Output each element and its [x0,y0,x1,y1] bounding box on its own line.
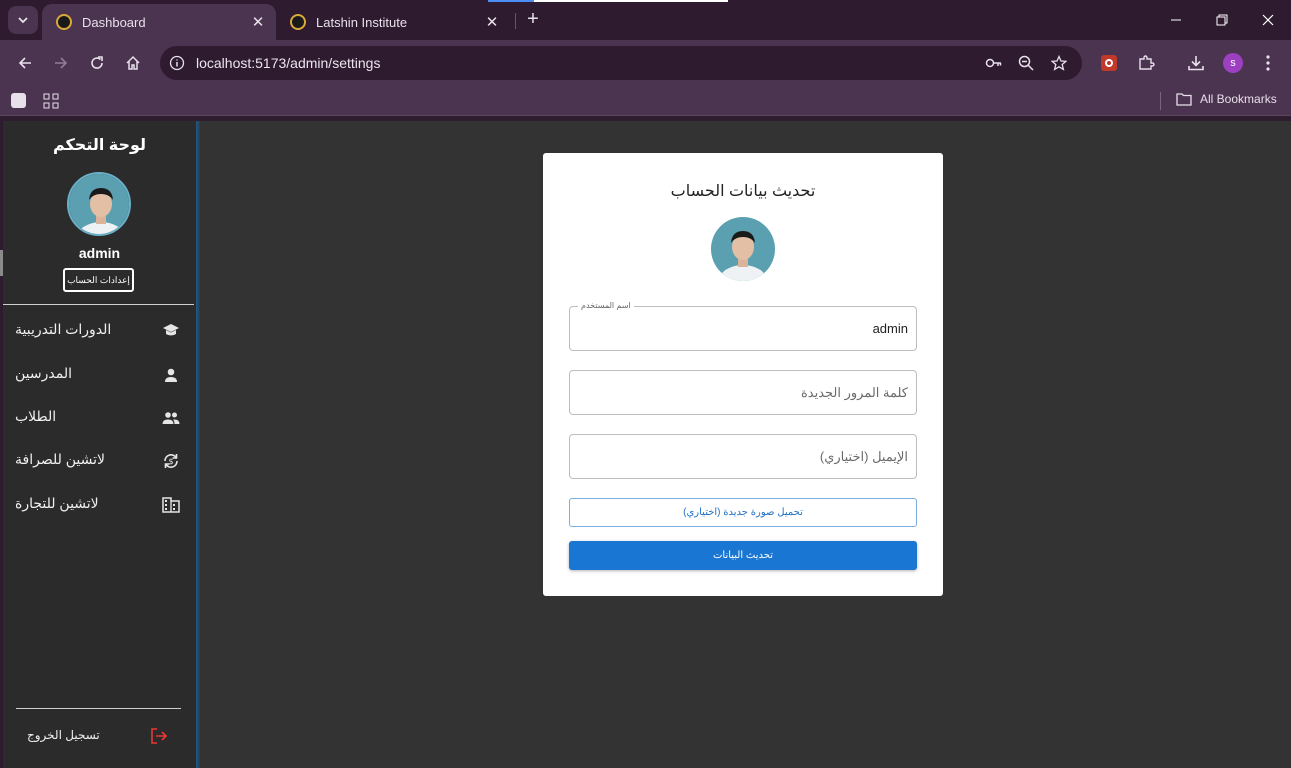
sidebar-username: admin [78,245,121,261]
new-password-input[interactable] [580,371,908,414]
sidebar-edge-shadow [196,121,200,768]
school-icon [161,321,181,341]
avatar [67,172,131,236]
site-info-icon[interactable] [165,51,189,75]
username-input[interactable] [580,307,908,350]
tab-search-button[interactable] [8,6,38,34]
password-field [569,370,917,415]
logout-button[interactable]: تسجيل الخروج [3,722,196,750]
business-icon [161,495,181,515]
reload-icon[interactable] [85,51,109,75]
people-icon [161,408,181,428]
browser-tab-bar: Dashboard ✕ Latshin Institute ✕ + [0,0,1291,40]
bookmarks-bar: All Bookmarks [0,86,1291,116]
profile-avatar-image [711,217,775,281]
forward-arrow-icon[interactable] [49,51,73,75]
sidebar-item-label: الطلاب [15,408,57,424]
close-window-icon[interactable] [1245,0,1291,40]
password-key-icon[interactable] [982,51,1006,75]
address-bar[interactable]: localhost:5173/admin/settings [160,46,1082,80]
sidebar-item-label: المدرسين [15,365,72,381]
sidebar-item-exchange[interactable]: لاتشين للصرافة $ [3,441,196,481]
download-icon[interactable] [1184,51,1208,75]
tab-separator [515,13,516,29]
extensions-icon[interactable] [1134,51,1158,75]
all-bookmarks-button[interactable]: All Bookmarks [1176,92,1277,106]
tab-title: Latshin Institute [316,14,408,30]
sidebar-divider [16,708,181,709]
profile-avatar[interactable]: s [1223,53,1243,73]
tab-dashboard[interactable]: Dashboard ✕ [42,4,276,40]
person-icon [161,365,181,385]
sidebar-item-label: الدورات التدريبية [15,321,112,337]
sidebar-title: لوحة التحكم [52,137,147,154]
apps-grid-icon[interactable] [43,93,59,114]
sidebar: لوحة التحكم admin إعدادات الحساب الدورات… [3,121,196,768]
tab-title: Dashboard [82,14,146,30]
email-field [569,434,917,479]
more-menu-icon[interactable] [1256,51,1280,75]
close-icon[interactable]: ✕ [250,14,266,31]
folder-icon [1176,93,1192,106]
tab-groups-square-icon[interactable] [11,93,26,108]
bookmark-star-icon[interactable] [1047,51,1071,75]
browser-toolbar: localhost:5173/admin/settings [0,40,1291,86]
username-field: اسم المستخدم [569,301,917,351]
update-data-button[interactable]: تحديث البيانات [569,541,917,570]
all-bookmarks-label: All Bookmarks [1200,92,1277,106]
email-input[interactable] [580,435,908,478]
restore-icon[interactable] [1199,0,1245,40]
sidebar-item-label: لاتشين للتجارة [15,495,99,511]
sidebar-item-teachers[interactable]: المدرسين [3,355,196,395]
site-favicon-icon [290,14,306,30]
account-settings-button[interactable]: إعدادات الحساب [63,268,134,292]
page-title: تحديث بيانات الحساب [670,183,816,200]
sidebar-item-trade[interactable]: لاتشين للتجارة [3,485,196,525]
logout-label: تسجيل الخروج [27,728,100,742]
close-icon[interactable]: ✕ [484,14,500,31]
tab-latshin-institute[interactable]: Latshin Institute ✕ [276,4,510,40]
sidebar-item-students[interactable]: الطلاب [3,398,196,438]
sidebar-item-label: لاتشين للصرافة [15,451,105,467]
tab-loading-indicator [488,0,728,2]
svg-text:$: $ [168,457,173,466]
sidebar-divider [3,304,194,305]
page-content: لوحة التحكم admin إعدادات الحساب الدورات… [3,121,1291,768]
back-arrow-icon[interactable] [13,51,37,75]
url-text: localhost:5173/admin/settings [196,55,381,71]
sidebar-item-courses[interactable]: الدورات التدريبية [3,311,196,351]
extension-puzzle-red-icon[interactable] [1097,51,1121,75]
account-update-card: تحديث بيانات الحساب اسم المستخدم تحميل ص… [543,153,943,596]
new-tab-plus-icon[interactable]: + [522,9,544,31]
logout-icon [149,726,169,746]
currency-exchange-icon: $ [161,451,181,471]
upload-photo-button[interactable]: تحميل صورة جديدة (اختياري) [569,498,917,527]
minimize-icon[interactable] [1153,0,1199,40]
home-icon[interactable] [121,51,145,75]
site-favicon-icon [56,14,72,30]
bookmarks-separator [1160,92,1161,110]
chevron-down-icon [18,17,28,24]
zoom-out-icon[interactable] [1014,51,1038,75]
